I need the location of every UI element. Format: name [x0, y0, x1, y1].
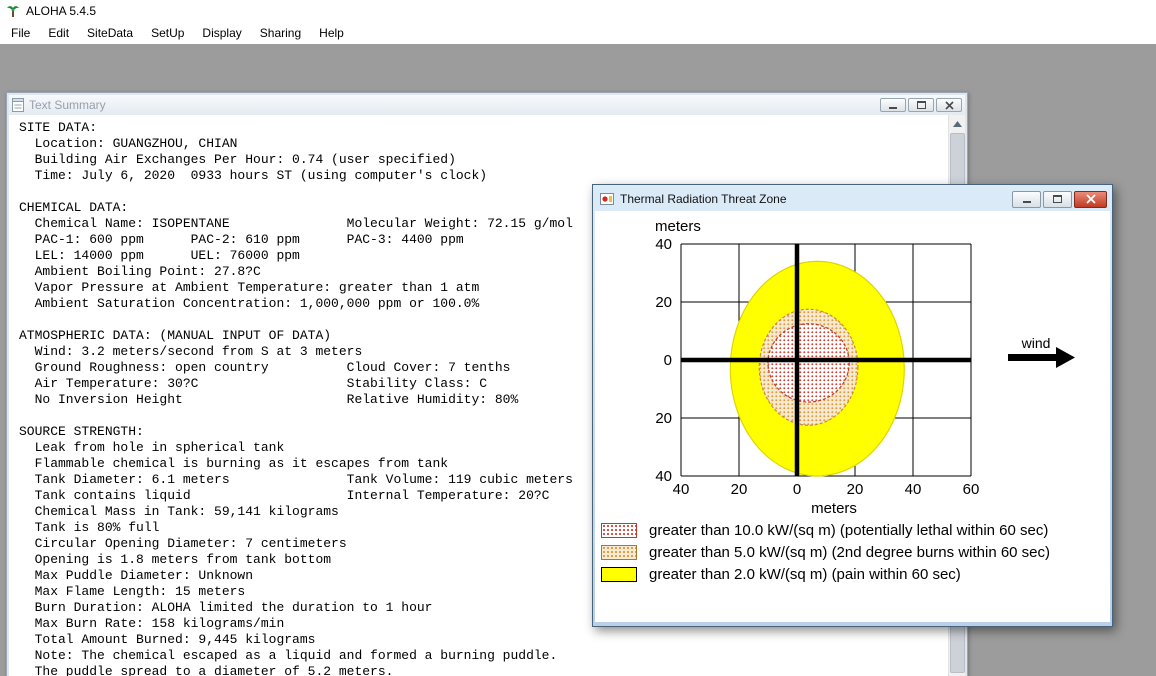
thermal-threat-zone-window: Thermal Radiation Threat Zone 40 20 0 20 40 6… — [592, 184, 1113, 627]
legend-row: greater than 5.0 kW/(sq m) (2nd degree b… — [601, 541, 1108, 563]
menu-item-setup[interactable]: SetUp — [142, 23, 193, 43]
chart-text: 40 — [655, 236, 672, 253]
maximize-icon — [1053, 195, 1062, 203]
chart-text: meters — [811, 500, 857, 513]
menu-item-display[interactable]: Display — [193, 23, 250, 43]
legend-swatch-orange-dots — [601, 544, 637, 560]
close-icon — [1085, 194, 1096, 204]
minimize-button[interactable] — [1012, 190, 1041, 208]
wind-arrow-shaft — [1008, 354, 1056, 361]
thermal-window-content: 40 20 0 20 40 60 40 20 0 20 40 meters meters wind gre… — [595, 211, 1110, 622]
chart-text: 20 — [731, 481, 748, 498]
arrow-up-icon — [953, 120, 962, 127]
maximize-icon — [916, 101, 926, 109]
threat-zone-window-icon — [600, 193, 614, 205]
legend-label: greater than 10.0 kW/(sq m) (potentially… — [649, 521, 1049, 539]
wind-arrow-icon — [1056, 347, 1075, 368]
menu-item-file[interactable]: File — [2, 23, 39, 43]
chart-text: 20 — [847, 481, 864, 498]
scroll-up-button[interactable] — [949, 115, 965, 132]
app-titlebar[interactable]: ALOHA 5.4.5 — [0, 0, 1156, 22]
document-icon — [12, 98, 24, 112]
chart-text: 40 — [905, 481, 922, 498]
menu-item-edit[interactable]: Edit — [39, 23, 78, 43]
legend-swatch-red-dots — [601, 522, 637, 538]
chart-text: 0 — [664, 352, 672, 369]
chart-text: 20 — [655, 410, 672, 427]
text-summary-titlebar[interactable]: Text Summary — [9, 95, 965, 115]
legend-label: greater than 2.0 kW/(sq m) (pain within … — [649, 565, 961, 583]
threat-zone-plot: 40 20 0 20 40 60402002040metersmeterswind — [655, 218, 1075, 517]
mdi-area: Text Summary SITE DATA: Location: GUANGZ… — [0, 44, 1156, 676]
chart-text: 0 — [793, 481, 801, 498]
chart-text: 20 — [655, 294, 672, 311]
thermal-window-titlebar[interactable]: Thermal Radiation Threat Zone — [595, 187, 1110, 211]
minimize-button[interactable] — [880, 98, 906, 112]
threat-zone-legend: greater than 10.0 kW/(sq m) (potentially… — [601, 519, 1108, 585]
wind-label: wind — [1021, 335, 1051, 351]
menubar: File Edit SiteData SetUp Display Sharing Help — [0, 22, 1156, 44]
window-controls — [880, 98, 962, 112]
maximize-button[interactable] — [908, 98, 934, 112]
close-icon — [944, 100, 954, 110]
menu-item-sitedata[interactable]: SiteData — [78, 23, 142, 43]
aloha-main-window: ALOHA 5.4.5 File Edit SiteData SetUp Display… — [0, 0, 1156, 44]
menu-item-sharing[interactable]: Sharing — [251, 23, 310, 43]
chart-text: 40 — [673, 481, 690, 498]
aloha-logo-icon — [6, 4, 20, 18]
window-controls — [1012, 190, 1107, 208]
legend-swatch-yellow-solid — [601, 566, 637, 582]
zone-10kW — [767, 323, 850, 403]
maximize-button[interactable] — [1043, 190, 1072, 208]
close-button[interactable] — [1074, 190, 1107, 208]
close-button[interactable] — [936, 98, 962, 112]
menu-item-help[interactable]: Help — [310, 23, 353, 43]
legend-row: greater than 2.0 kW/(sq m) (pain within … — [601, 563, 1108, 585]
thermal-window-title: Thermal Radiation Threat Zone — [620, 192, 787, 206]
minimize-icon — [889, 107, 897, 109]
app-title: ALOHA 5.4.5 — [26, 4, 97, 18]
text-summary-title: Text Summary — [29, 98, 106, 112]
desktop: ALOHA 5.4.5 File Edit SiteData SetUp Display… — [0, 0, 1156, 676]
chart-text: meters — [655, 218, 701, 235]
chart-text: 60 — [963, 481, 980, 498]
legend-label: greater than 5.0 kW/(sq m) (2nd degree b… — [649, 543, 1051, 561]
legend-row: greater than 10.0 kW/(sq m) (potentially… — [601, 519, 1108, 541]
minimize-icon — [1022, 201, 1031, 203]
chart-text: 40 — [655, 468, 672, 485]
